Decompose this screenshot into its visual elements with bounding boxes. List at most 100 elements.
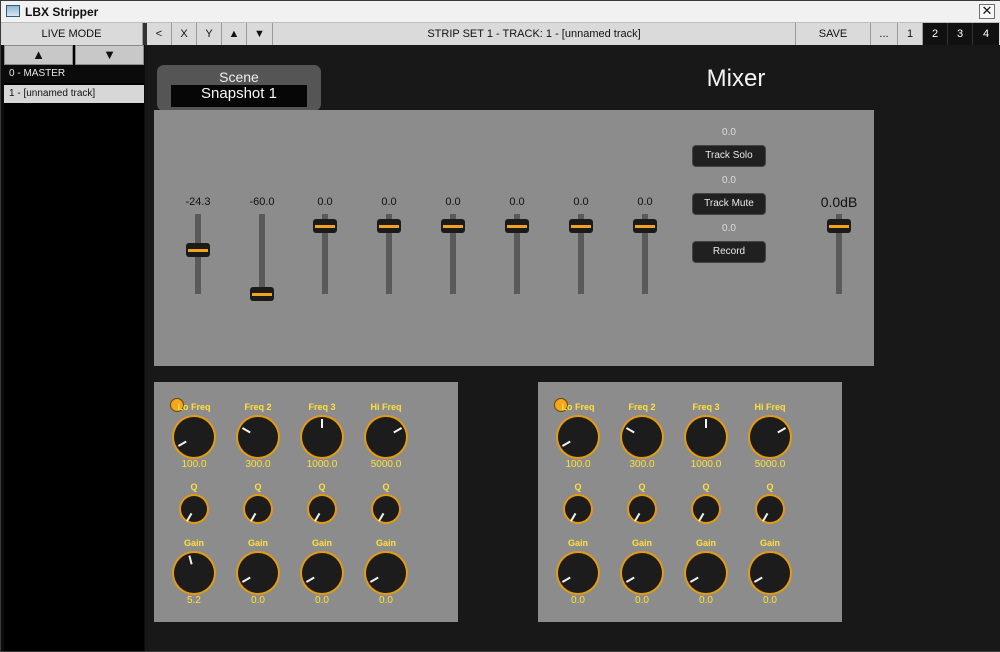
prev-button[interactable]: < [147,23,172,45]
eq-q-knob[interactable] [309,496,335,522]
eq-gain-value: 0.0 [251,595,265,606]
app-window: LBX Stripper ✕ LIVE MODE < X Y ▲ ▼ STRIP… [0,0,1000,652]
eq-freq-label: Hi Freq [754,402,786,412]
channel-fader[interactable]: 0.0 [364,190,414,310]
live-mode-button[interactable]: LIVE MODE [1,23,143,45]
dial-indicator [625,427,635,434]
eq-freq-value: 100.0 [181,459,207,470]
record-button[interactable]: Record [692,241,766,263]
eq-gain-value: 0.0 [379,595,393,606]
app-icon [6,5,20,17]
page-3-button[interactable]: 3 [948,23,973,45]
track-solo-button[interactable]: Track Solo [692,145,766,167]
dial-indicator [188,555,193,565]
dial-indicator [186,512,193,522]
eq-q-label: Q [254,482,262,492]
move-down-button[interactable]: ▼ [247,23,273,45]
channel-fader[interactable]: -60.0 [237,190,287,310]
fader-value: -60.0 [249,196,275,208]
eq-gain-knob[interactable] [558,553,598,593]
fader-handle[interactable] [377,219,401,233]
eq-q-knob[interactable] [757,496,783,522]
eq-freq-label: Lo Freq [561,402,595,412]
track-item-master[interactable]: 0 - MASTER [4,65,144,83]
eq-freq-knob[interactable] [302,417,342,457]
close-icon[interactable]: ✕ [979,4,995,19]
track-item-unnamed[interactable]: 1 - [unnamed track] [4,85,144,103]
eq-q-knob[interactable] [181,496,207,522]
page-2-button[interactable]: 2 [923,23,948,45]
move-up-button[interactable]: ▲ [222,23,247,45]
fader-handle[interactable] [250,287,274,301]
more-button[interactable]: ... [871,23,898,45]
track-down-button[interactable]: ▼ [75,45,144,65]
fader-value: -24.3 [185,196,211,208]
eq-gain-knob[interactable] [238,553,278,593]
master-fader[interactable] [814,190,864,310]
record-value: 0.0 [722,223,736,234]
eq-gain-label: Gain [311,538,332,548]
track-up-button[interactable]: ▲ [4,45,73,65]
eq-freq-knob[interactable] [238,417,278,457]
dial-indicator [305,576,315,583]
dial-indicator [753,576,763,583]
eq-q-label: Q [318,482,326,492]
eq-q-label: Q [382,482,390,492]
fader-handle[interactable] [569,219,593,233]
eq-gain-knob[interactable] [366,553,406,593]
save-button[interactable]: SAVE [796,23,871,45]
dial-indicator [250,512,257,522]
dial-indicator [321,419,323,428]
eq-gain-knob[interactable] [302,553,342,593]
eq-q-knob[interactable] [693,496,719,522]
fader-track [259,214,265,294]
eq-gain-knob[interactable] [750,553,790,593]
eq-freq-knob[interactable] [558,417,598,457]
eq-freq-value: 1000.0 [690,459,722,470]
fader-handle[interactable] [827,219,851,233]
track-mute-button[interactable]: Track Mute [692,193,766,215]
scene-selector[interactable]: Scene Snapshot 1 [157,65,321,111]
x-button[interactable]: X [172,23,197,45]
channel-fader[interactable]: 0.0 [300,190,350,310]
y-button[interactable]: Y [197,23,222,45]
channel-fader[interactable]: 0.0 [556,190,606,310]
eq-gain-knob[interactable] [174,553,214,593]
eq-q-knob[interactable] [245,496,271,522]
eq-gain-value: 5.2 [187,595,201,606]
fader-value: 0.0 [637,196,653,208]
eq-freq-value: 1000.0 [306,459,338,470]
eq-freq-knob[interactable] [174,417,214,457]
dial-indicator [561,440,571,447]
scene-label: Scene [219,69,259,85]
dial-indicator [314,512,321,522]
eq-freq-knob[interactable] [750,417,790,457]
eq-q-knob[interactable] [373,496,399,522]
track-sidebar: ▲ ▼ 0 - MASTER 1 - [unnamed track] [4,45,144,651]
fader-handle[interactable] [633,219,657,233]
eq-freq-knob[interactable] [686,417,726,457]
eq-gain-knob[interactable] [622,553,662,593]
eq-q-knob[interactable] [629,496,655,522]
scene-value[interactable]: Snapshot 1 [171,85,307,107]
eq-freq-knob[interactable] [366,417,406,457]
dial-indicator [570,512,577,522]
fader-value: 0.0 [573,196,589,208]
page-1-button[interactable]: 1 [898,23,923,45]
eq-freq-knob[interactable] [622,417,662,457]
eq-gain-knob[interactable] [686,553,726,593]
fader-handle[interactable] [186,243,210,257]
channel-fader[interactable]: -24.3 [173,190,223,310]
fader-handle[interactable] [441,219,465,233]
channel-fader[interactable]: 0.0 [428,190,478,310]
track-solo-value: 0.0 [722,127,736,138]
channel-fader[interactable]: 0.0 [492,190,542,310]
page-4-button[interactable]: 4 [973,23,999,45]
dial-indicator [634,512,641,522]
eq-q-label: Q [638,482,646,492]
eq-panel-1: Lo Freq 100.0 Q Gain 5.2 Freq 2 300.0 Q Gain 0.0 F… [154,382,458,622]
eq-q-knob[interactable] [565,496,591,522]
fader-handle[interactable] [313,219,337,233]
channel-fader[interactable]: 0.0 [620,190,670,310]
fader-handle[interactable] [505,219,529,233]
